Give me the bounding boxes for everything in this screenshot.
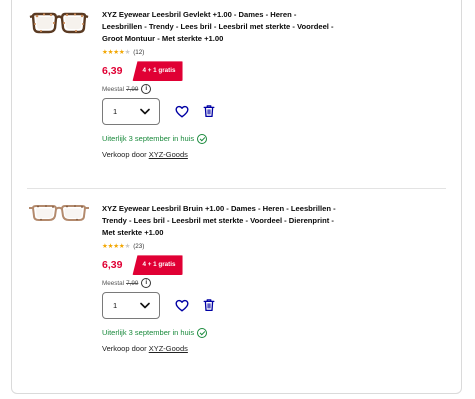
item-controls: 1: [102, 97, 377, 125]
seller-link[interactable]: XYZ-Goods: [149, 150, 188, 159]
promo-badge: 4 + 1 gratis: [132, 255, 183, 276]
review-count: (23): [133, 243, 145, 251]
star-empty-icon: ★: [124, 243, 131, 251]
info-icon[interactable]: i: [141, 278, 152, 289]
old-price-label: Meestal: [102, 85, 125, 93]
trash-icon: [203, 105, 215, 118]
product-title-line: XYZ Eyewear Leesbril Gevlekt +1.00 - Dam…: [102, 10, 297, 19]
old-price-line: Meestal 7,99 i: [102, 277, 377, 289]
favorite-button[interactable]: [174, 103, 190, 119]
star-rating: ★★★★★: [102, 48, 130, 57]
old-price-label: Meestal: [102, 279, 125, 287]
item-controls: 1: [102, 291, 377, 319]
old-price: 7,99: [126, 85, 139, 93]
product-price: 6,39: [102, 259, 123, 272]
quantity-select[interactable]: 1: [102, 97, 160, 125]
cart-card: XYZ Eyewear Leesbril Gevlekt +1.00 - Dam…: [11, 0, 462, 394]
old-price-line: Meestal 7,99 i: [102, 83, 377, 95]
product-image[interactable]: [29, 199, 89, 229]
product-image[interactable]: [29, 9, 89, 39]
chevron-down-icon: [140, 302, 150, 309]
review-count: (12): [133, 49, 145, 57]
delivery-info: Uiterlijk 3 september in huis: [102, 133, 377, 144]
product-price: 6,39: [102, 65, 123, 78]
seller-prefix: Verkoop door: [102, 150, 149, 160]
seller-link[interactable]: XYZ-Goods: [149, 344, 188, 353]
delete-button[interactable]: [201, 297, 217, 313]
product-rating: ★★★★★ (23): [102, 242, 377, 251]
product-title-line: Met sterkte +1.00: [102, 227, 164, 237]
delivery-text: Uiterlijk 3 september in huis: [102, 134, 195, 144]
item-divider: [27, 188, 446, 189]
seller-info: Verkoop door XYZ-Goods: [102, 149, 377, 161]
chevron-down-icon: [140, 108, 150, 115]
delivery-text: Uiterlijk 3 september in huis: [102, 328, 195, 338]
star-empty-icon: ★: [124, 49, 131, 57]
product-title-line: Trendy - Lees bril - Leesbril met sterkt…: [102, 215, 334, 225]
star-rating: ★★★★★: [102, 242, 130, 251]
quantity-value: 1: [113, 300, 118, 310]
check-circle-icon: [197, 133, 208, 144]
product-info: XYZ Eyewear Leesbril Bruin +1.00 - Dames…: [102, 203, 377, 355]
delivery-info: Uiterlijk 3 september in huis: [102, 327, 377, 338]
product-info: XYZ Eyewear Leesbril Gevlekt +1.00 - Dam…: [102, 9, 377, 161]
price-line: 6,39 4 + 1 gratis: [102, 61, 377, 82]
heart-icon: [175, 105, 189, 118]
quantity-value: 1: [113, 106, 118, 116]
quantity-select[interactable]: 1: [102, 291, 160, 319]
check-circle-icon: [197, 327, 208, 338]
favorite-button[interactable]: [174, 297, 190, 313]
product-title-line: XYZ Eyewear Leesbril Bruin +1.00 - Dames…: [102, 204, 336, 213]
old-price: 7,99: [126, 279, 139, 287]
delete-button[interactable]: [201, 103, 217, 119]
price-line: 6,39 4 + 1 gratis: [102, 255, 377, 276]
seller-info: Verkoop door XYZ-Goods: [102, 343, 377, 355]
product-rating: ★★★★★ (12): [102, 48, 377, 57]
seller-prefix: Verkoop door: [102, 344, 149, 354]
promo-badge: 4 + 1 gratis: [132, 61, 183, 82]
trash-icon: [203, 299, 215, 312]
product-title[interactable]: XYZ Eyewear Leesbril Bruin +1.00 - Dames…: [102, 203, 377, 238]
product-title-line: Leesbrillen - Trendy - Lees bril - Leesb…: [102, 21, 334, 31]
heart-icon: [175, 299, 189, 312]
info-icon[interactable]: i: [141, 84, 152, 95]
product-title[interactable]: XYZ Eyewear Leesbril Gevlekt +1.00 - Dam…: [102, 9, 377, 44]
product-title-line: Groot Montuur - Met sterkte +1.00: [102, 33, 224, 43]
